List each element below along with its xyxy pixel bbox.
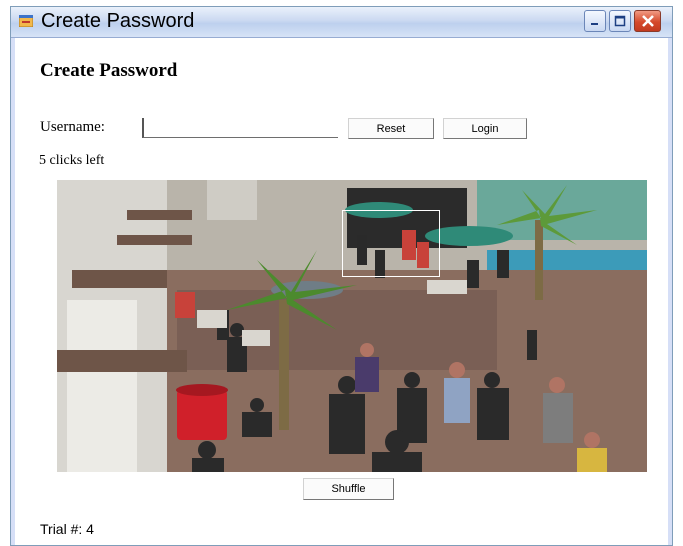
app-window-icon: [19, 15, 33, 27]
username-label: Username:: [40, 119, 105, 135]
close-button[interactable]: [634, 10, 661, 32]
minimize-icon: [591, 23, 598, 25]
app-window: Create Password Create Password Username…: [10, 6, 673, 546]
close-icon: [641, 15, 654, 27]
minimize-button[interactable]: [584, 10, 606, 32]
password-image[interactable]: [57, 180, 647, 472]
username-input[interactable]: [142, 118, 338, 138]
login-button[interactable]: Login: [443, 118, 527, 139]
reset-button[interactable]: Reset: [348, 118, 434, 139]
trial-counter: Trial #: 4: [40, 521, 94, 537]
maximize-button[interactable]: [609, 10, 631, 32]
maximize-icon: [614, 15, 626, 27]
clicks-left-text: 5 clicks left: [39, 153, 105, 168]
form-client-area: Create Password Username: Reset Login 5 …: [15, 38, 668, 545]
click-point-selection-box: [342, 210, 440, 277]
page-heading: Create Password: [40, 60, 178, 81]
shuffle-button[interactable]: Shuffle: [303, 478, 394, 500]
window-title: Create Password: [41, 10, 195, 32]
title-bar[interactable]: Create Password: [11, 7, 672, 38]
